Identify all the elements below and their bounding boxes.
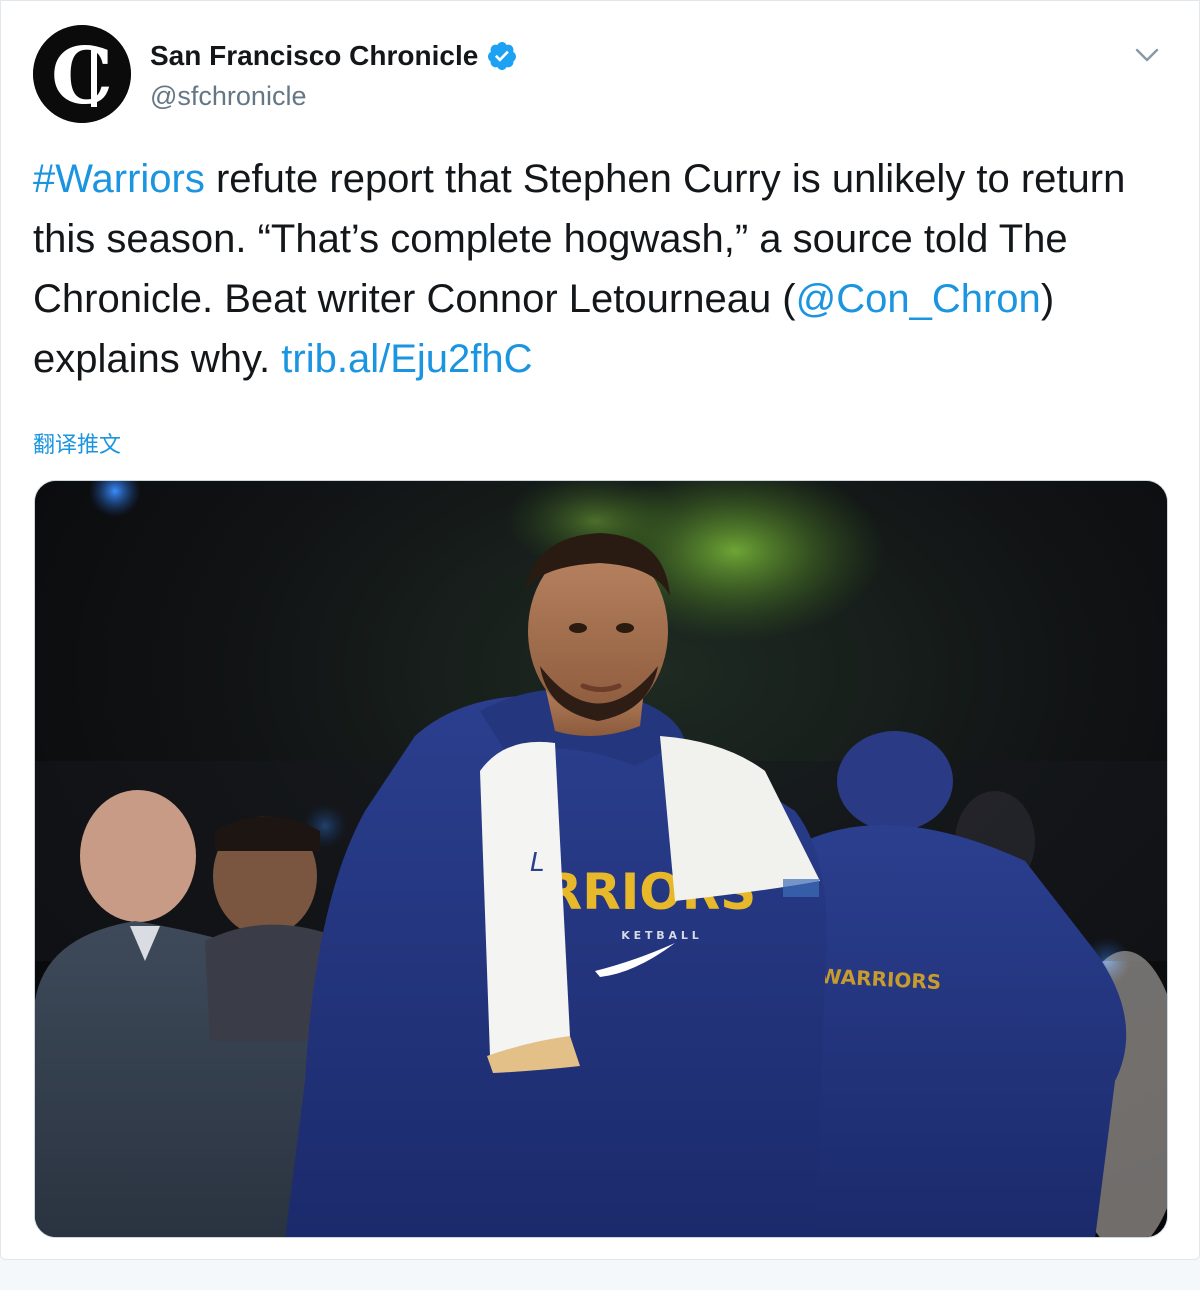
mention-link[interactable]: @Con_Chron <box>796 277 1041 321</box>
tweet-card: C San Francisco Chronicle @sfchronicle #… <box>0 0 1200 1260</box>
avatar[interactable]: C <box>33 25 131 123</box>
tweet-menu-button[interactable] <box>1133 41 1161 69</box>
verified-badge-icon <box>488 42 517 70</box>
tweet-header: C San Francisco Chronicle @sfchronicle <box>33 25 1169 125</box>
jersey-subtext: K E T B A L L <box>621 929 698 942</box>
towel-letter: L <box>530 848 545 878</box>
basketball-player-photo: WARRIORS RRIORS K E T B A L L L <box>35 481 1167 1237</box>
chevron-down-icon <box>1135 48 1159 62</box>
user-handle[interactable]: @sfchronicle <box>150 81 306 112</box>
tweet-photo[interactable]: WARRIORS RRIORS K E T B A L L L <box>34 480 1168 1238</box>
name-row: San Francisco Chronicle <box>150 39 518 73</box>
display-name[interactable]: San Francisco Chronicle <box>150 40 478 72</box>
tweet-text: #Warriors refute report that Stephen Cur… <box>33 149 1173 389</box>
hashtag-link[interactable]: #Warriors <box>33 157 205 201</box>
avatar-letter: C <box>51 31 113 122</box>
url-link[interactable]: trib.al/Eju2fhC <box>281 337 532 381</box>
chronicle-logo-icon: C <box>33 25 131 123</box>
translate-tweet-link[interactable]: 翻译推文 <box>33 427 121 459</box>
